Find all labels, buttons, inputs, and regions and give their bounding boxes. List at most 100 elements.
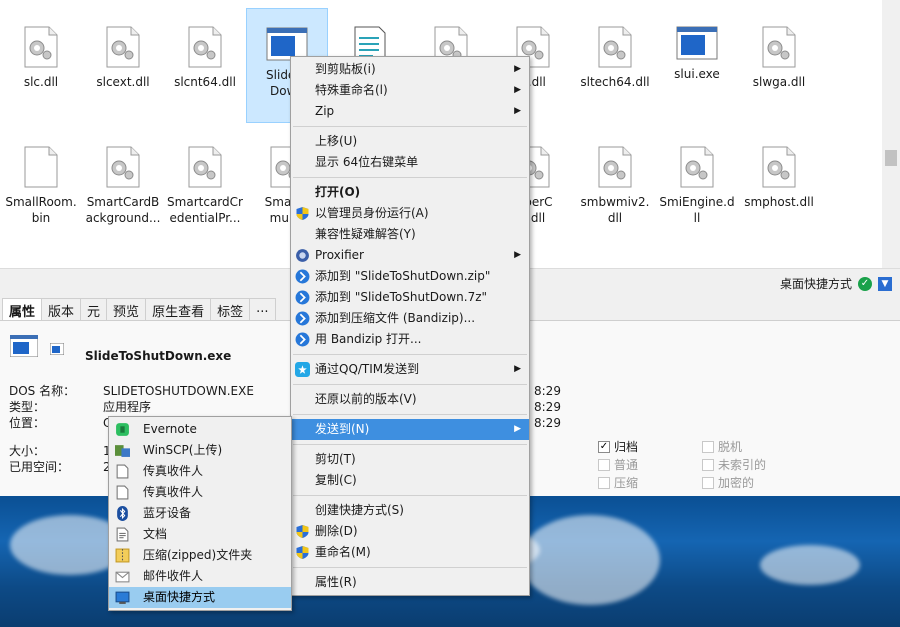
menu-item-label: Zip — [315, 104, 335, 118]
attribute-checkbox[interactable]: ✓ 归档 — [598, 438, 638, 455]
check-icon[interactable]: ✓ — [858, 276, 872, 291]
context-menu-item[interactable]: Proxifier ▶ — [291, 245, 529, 266]
file-item[interactable]: smbwmiv2. dll — [574, 128, 656, 243]
context-menu-item[interactable]: Zip ▶ — [291, 101, 529, 122]
context-menu-item[interactable]: 显示 64位右键菜单 — [291, 152, 529, 173]
shield-icon — [296, 207, 309, 220]
file-icon — [680, 146, 714, 188]
menu-item-label: 以管理员身份运行(A) — [315, 206, 429, 220]
file-item[interactable]: slui.exe — [656, 8, 738, 123]
checkbox[interactable] — [598, 476, 610, 489]
menu-separator — [293, 495, 527, 496]
menu-item-label: 兼容性疑难解答(Y) — [315, 227, 416, 241]
attribute-checkbox[interactable]: 加密的 — [702, 474, 754, 491]
file-item[interactable]: smphost.dll — [738, 128, 820, 243]
context-menu-item[interactable]: 上移(U) — [291, 131, 529, 152]
timestamp: 8:29 — [534, 384, 561, 398]
file-icon — [106, 26, 140, 68]
menu-item-label: 剪切(T) — [315, 452, 356, 466]
attribute-checkbox[interactable]: 压缩 — [598, 474, 638, 491]
tab-6[interactable]: ... — [249, 298, 276, 320]
file-item[interactable]: sltech64.dll — [574, 8, 656, 123]
sendto-menu-item[interactable]: 蓝牙设备 — [109, 503, 291, 524]
pane-header-right: 桌面快捷方式 ✓ ▼ — [780, 275, 892, 292]
file-item[interactable]: SmartCardB ackground... — [82, 128, 164, 243]
sendto-menu-item[interactable]: 邮件收件人 — [109, 566, 291, 587]
file-item[interactable]: slcnt64.dll — [164, 8, 246, 123]
context-menu-item[interactable]: 复制(C) — [291, 470, 529, 491]
context-menu-item[interactable]: 添加到 "SlideToShutDown.7z" — [291, 287, 529, 308]
attribute-checkbox[interactable]: 未索引的 — [702, 456, 766, 473]
attribute-label: 加密的 — [718, 476, 755, 490]
context-menu-item[interactable]: 特殊重命名(l) ▶ — [291, 80, 529, 101]
menu-separator — [293, 177, 527, 178]
file-item[interactable]: SmartcardCr edentialPr... — [164, 128, 246, 243]
checkbox[interactable] — [702, 476, 714, 489]
context-menu-item[interactable]: 重命名(M) — [291, 542, 529, 563]
file-icon — [762, 146, 796, 188]
checkbox[interactable]: ✓ — [598, 440, 610, 453]
chevron-right-icon: ▶ — [514, 106, 521, 116]
context-menu-item[interactable]: 发送到(N) ▶ — [291, 419, 529, 440]
file-name: SmartcardCr edentialPr... — [167, 195, 243, 225]
file-item[interactable]: slc.dll — [0, 8, 82, 123]
sendto-menu-item[interactable]: Evernote — [109, 419, 291, 440]
sendto-menu-item[interactable]: WinSCP(上传) — [109, 440, 291, 461]
tab-3[interactable]: 预览 — [106, 298, 147, 320]
menu-separator — [293, 384, 527, 385]
tab-2[interactable]: 元 — [80, 298, 108, 320]
tab-1[interactable]: 版本 — [41, 298, 82, 320]
tab-5[interactable]: 标签 — [210, 298, 251, 320]
prop-key: 类型： — [9, 400, 46, 414]
menu-item-label: 打开(O) — [315, 185, 361, 199]
checkbox[interactable] — [702, 458, 714, 471]
context-menu-item[interactable]: 添加到压缩文件 (Bandizip)... — [291, 308, 529, 329]
context-menu-item[interactable]: 删除(D) — [291, 521, 529, 542]
context-menu-item[interactable]: 创建快捷方式(S) — [291, 500, 529, 521]
sendto-menu-item[interactable]: 压缩(zipped)文件夹 — [109, 545, 291, 566]
context-menu-item[interactable]: 属性(R) — [291, 572, 529, 593]
menu-item-label: 邮件收件人 — [143, 569, 204, 583]
menu-item-label: 通过QQ/TIM发送到 — [315, 362, 420, 376]
context-menu-item[interactable]: 用 Bandizip 打开... — [291, 329, 529, 350]
sendto-menu-item[interactable]: 文档 — [109, 524, 291, 545]
menu-item-label: 传真收件人 — [143, 485, 204, 499]
attribute-checkbox[interactable]: 普通 — [598, 456, 638, 473]
vertical-scrollbar[interactable] — [882, 0, 900, 268]
menu-item-label: 上移(U) — [315, 134, 358, 148]
prop-key: 已用空间： — [9, 460, 70, 474]
desktop-icon — [115, 591, 130, 604]
file-icon — [188, 146, 222, 188]
sendto-menu-item[interactable]: 桌面快捷方式 — [109, 587, 291, 608]
file-icon — [188, 26, 222, 68]
menu-item-label: 桌面快捷方式 — [143, 590, 216, 604]
menu-item-label: 重命名(M) — [315, 545, 371, 559]
file-item[interactable]: slcext.dll — [82, 8, 164, 123]
qq-icon — [295, 362, 310, 377]
context-menu-item[interactable]: 以管理员身份运行(A) — [291, 203, 529, 224]
context-menu-item[interactable]: 打开(O) — [291, 182, 529, 203]
context-menu-item[interactable]: 到剪贴板(i) ▶ — [291, 59, 529, 80]
menu-separator — [293, 414, 527, 415]
chevron-down-icon[interactable]: ▼ — [878, 276, 892, 291]
menu-item-label: 特殊重命名(l) — [315, 83, 388, 97]
sendto-menu-item[interactable]: 传真收件人 — [109, 461, 291, 482]
context-menu-item[interactable]: 兼容性疑难解答(Y) — [291, 224, 529, 245]
context-menu-item[interactable]: 添加到 "SlideToShutDown.zip" — [291, 266, 529, 287]
sendto-menu-item[interactable]: 传真收件人 — [109, 482, 291, 503]
file-name: slc.dll — [23, 75, 59, 89]
prop-row: 大小： 1 — [9, 444, 111, 458]
checkbox[interactable] — [702, 440, 714, 453]
tab-4[interactable]: 原生查看 — [145, 298, 212, 320]
scrollbar-thumb[interactable] — [885, 150, 897, 166]
file-item[interactable]: SmiEngine.d ll — [656, 128, 738, 243]
checkbox[interactable] — [598, 458, 610, 471]
context-menu-item[interactable]: 还原以前的版本(V) — [291, 389, 529, 410]
context-menu-item[interactable]: 剪切(T) — [291, 449, 529, 470]
attribute-checkbox[interactable]: 脱机 — [702, 438, 742, 455]
context-menu-item[interactable]: 通过QQ/TIM发送到 ▶ — [291, 359, 529, 380]
file-name: slcnt64.dll — [174, 75, 236, 89]
file-item[interactable]: SmallRoom. bin — [0, 128, 82, 243]
file-item[interactable]: slwga.dll — [738, 8, 820, 123]
tab-0[interactable]: 属性 — [2, 298, 43, 320]
